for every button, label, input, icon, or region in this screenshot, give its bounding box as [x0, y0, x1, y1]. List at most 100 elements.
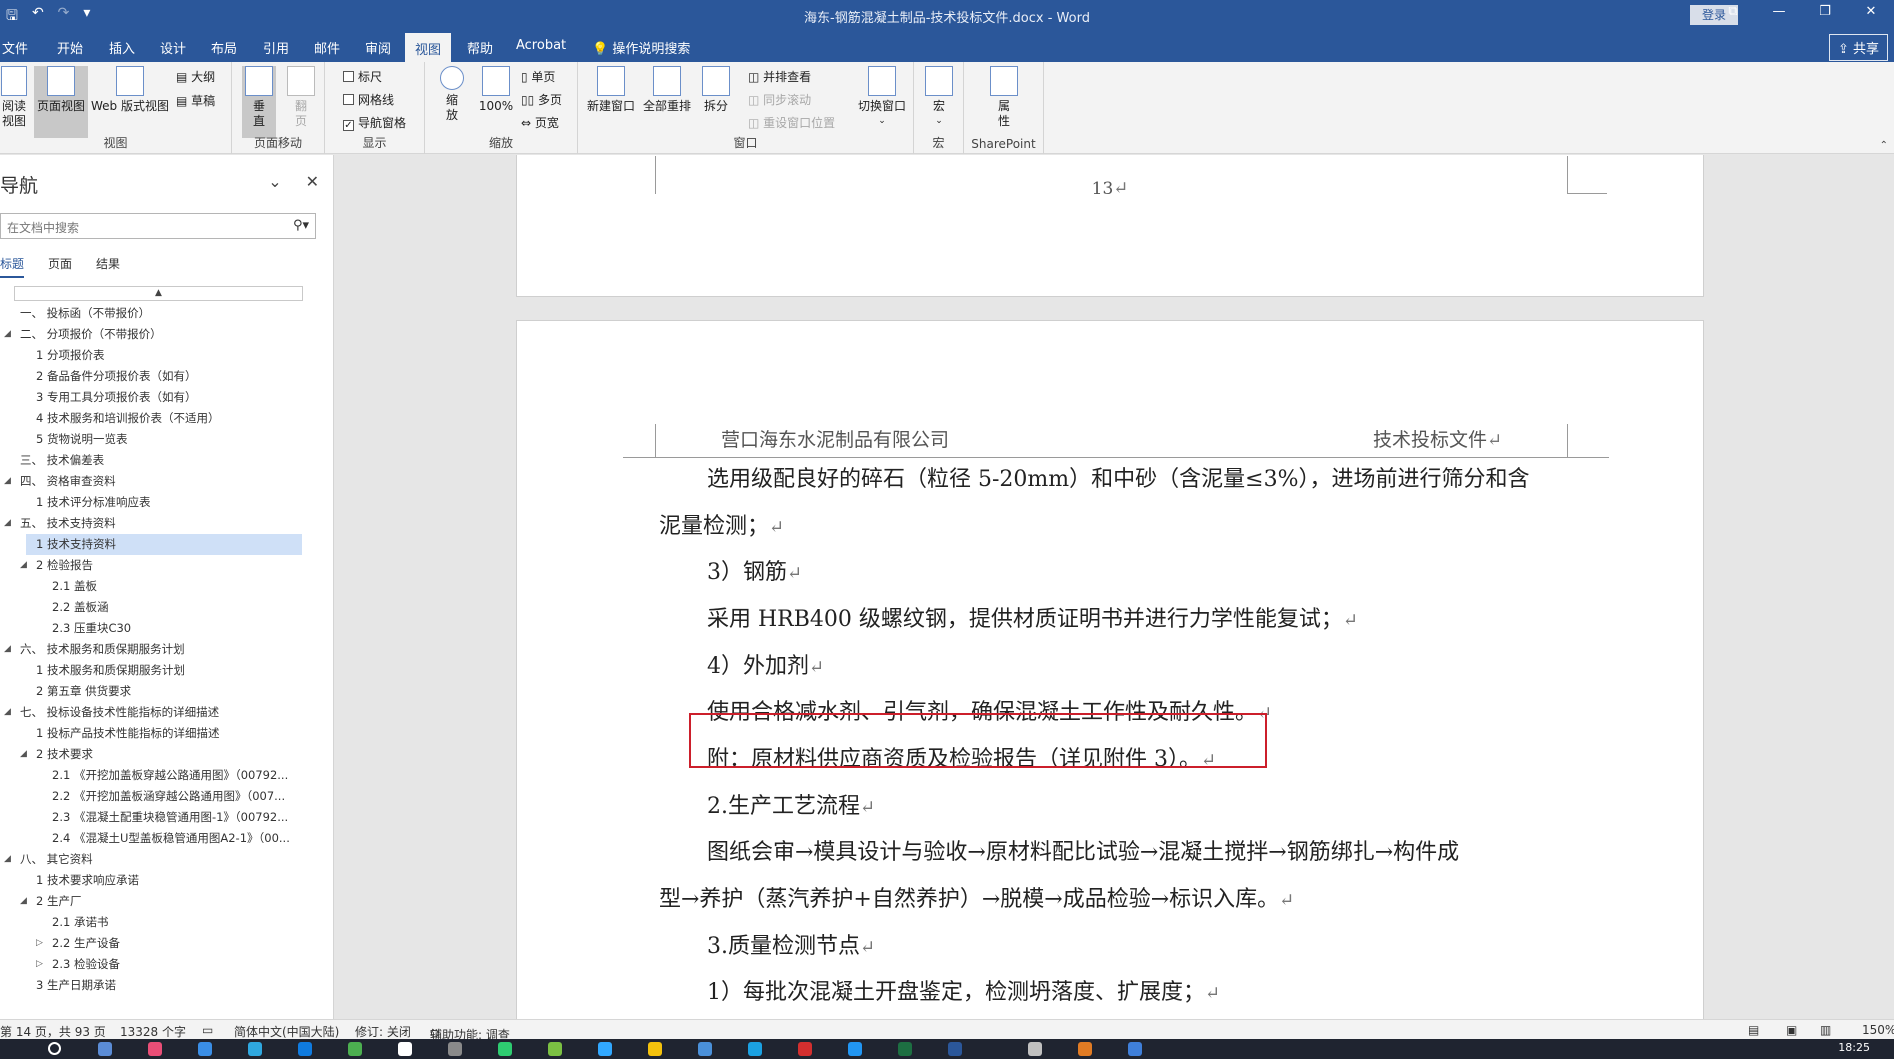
switch-windows-button[interactable]: 切换窗口 ⌄ [854, 66, 910, 129]
nav-heading-item[interactable]: 2.1 盖板 [0, 576, 320, 597]
tab-design[interactable]: 设计 [160, 38, 186, 57]
tab-insert[interactable]: 插入 [109, 38, 135, 57]
nav-heading-item[interactable]: ◢ 五、 技术支持资料 [0, 513, 320, 534]
tab-acrobat[interactable]: Acrobat [516, 38, 566, 53]
arrange-all-button[interactable]: 全部重排 [640, 66, 694, 114]
taskbar-app-icon[interactable] [398, 1042, 412, 1056]
nav-heading-item[interactable]: ◢ 六、 技术服务和质保期服务计划 [0, 639, 320, 660]
ruler-checkbox[interactable]: 标尺 [343, 68, 382, 85]
search-input[interactable]: 在文档中搜索 ⚲▾ [0, 213, 316, 239]
synchronous-scrolling-button[interactable]: ◫ 同步滚动 [748, 91, 811, 108]
outline-button[interactable]: ▤ 大纲 [176, 68, 215, 85]
nav-heading-item[interactable]: 2.3 《混凝土配重块稳管通用图-1》（00792... [0, 807, 320, 828]
reset-window-position-button[interactable]: ◫ 重设窗口位置 [748, 114, 835, 131]
nav-heading-item[interactable]: 2.1 承诺书 [0, 912, 320, 933]
status-word-count[interactable]: 13328 个字 [120, 1023, 186, 1040]
nav-heading-item[interactable]: 2.2 《开挖加盖板涵穿越公路通用图》（007... [0, 786, 320, 807]
scroll-to-top-button[interactable]: ▲ [14, 286, 303, 301]
taskbar-app-icon[interactable] [848, 1042, 862, 1056]
expand-toggle-icon[interactable]: ◢ [20, 555, 27, 576]
read-mode-button[interactable]: 阅读 视图 [0, 66, 28, 129]
search-icon[interactable] [48, 1042, 61, 1055]
nav-heading-item[interactable]: 1 技术评分标准响应表 [0, 492, 320, 513]
close-icon[interactable]: ✕ [1848, 4, 1894, 19]
expand-toggle-icon[interactable]: ◢ [20, 744, 27, 765]
tab-layout[interactable]: 布局 [211, 38, 237, 57]
nav-heading-item[interactable]: ◢ 2 技术要求 [0, 744, 320, 765]
status-zoom-level[interactable]: 150% [1862, 1023, 1894, 1037]
nav-heading-item[interactable]: 3 专用工具分项报价表（如有） [0, 387, 320, 408]
taskbar-app-icon[interactable] [1028, 1042, 1042, 1056]
tab-help[interactable]: 帮助 [467, 38, 493, 57]
nav-heading-item[interactable]: 2 第五章 供货要求 [0, 681, 320, 702]
nav-heading-item[interactable]: 1 技术支持资料 [26, 534, 302, 555]
print-layout-view-icon[interactable]: ▣ [1786, 1023, 1797, 1037]
close-icon[interactable]: ✕ [306, 172, 319, 191]
properties-button[interactable]: 属 性 [988, 66, 1020, 129]
word-icon[interactable] [948, 1042, 962, 1056]
new-window-button[interactable]: 新建窗口 [584, 66, 638, 114]
share-button[interactable]: ⇪ 共享 [1828, 34, 1888, 61]
qq-icon[interactable] [648, 1042, 662, 1056]
expand-toggle-icon[interactable]: ◢ [4, 639, 11, 660]
nav-heading-item[interactable]: 三、 技术偏差表 [0, 450, 320, 471]
nav-heading-item[interactable]: ◢ 八、 其它资料 [0, 849, 320, 870]
nav-heading-item[interactable]: 2.1 《开挖加盖板穿越公路通用图》（00792... [0, 765, 320, 786]
nav-heading-item[interactable]: 1 技术服务和质保期服务计划 [0, 660, 320, 681]
taskbar-app-icon[interactable] [1128, 1042, 1142, 1056]
nav-heading-item[interactable]: 1 分项报价表 [0, 345, 320, 366]
chevron-down-icon[interactable]: ⌄ [268, 172, 281, 191]
nav-heading-item[interactable]: ◢ 七、 投标设备技术性能指标的详细描述 [0, 702, 320, 723]
minimize-icon[interactable]: — [1756, 4, 1802, 19]
tab-view[interactable]: 视图 [405, 33, 452, 65]
taskbar-app-icon[interactable] [198, 1042, 212, 1056]
expand-toggle-icon[interactable]: ◢ [4, 849, 11, 870]
expand-toggle-icon[interactable]: ◢ [4, 513, 11, 534]
tab-pages[interactable]: 页面 [48, 255, 72, 278]
nav-heading-item[interactable]: ◢ 2 检验报告 [0, 555, 320, 576]
acrobat-icon[interactable] [798, 1042, 812, 1056]
tab-review[interactable]: 审阅 [365, 38, 391, 57]
nav-heading-item[interactable]: 1 技术要求响应承诺 [0, 870, 320, 891]
page-width-button[interactable]: ⇔ 页宽 [521, 114, 559, 131]
tab-file[interactable]: 文件 [2, 38, 28, 57]
one-page-button[interactable]: ▯ 单页 [521, 68, 555, 85]
tab-mailings[interactable]: 邮件 [314, 38, 340, 57]
taskbar-app-icon[interactable] [548, 1042, 562, 1056]
expand-toggle-icon[interactable]: ◢ [4, 702, 11, 723]
expand-toggle-icon[interactable]: ◢ [20, 891, 27, 912]
multiple-pages-button[interactable]: ▯▯ 多页 [521, 91, 562, 108]
current-page[interactable]: 营口海东水泥制品有限公司 技术投标文件↵ 选用级配良好的碎石（粒径 5-20mm… [516, 320, 1704, 1019]
tell-me-search[interactable]: 💡 操作说明搜索 [592, 38, 690, 57]
taskbar-app-icon[interactable] [698, 1042, 712, 1056]
wechat-icon[interactable] [498, 1042, 512, 1056]
tab-home[interactable]: 开始 [57, 38, 83, 57]
nav-heading-item[interactable]: 1 投标产品技术性能指标的详细描述 [0, 723, 320, 744]
zoom-100-button[interactable]: 100% [477, 66, 515, 114]
tab-results[interactable]: 结果 [96, 255, 120, 278]
nav-heading-item[interactable]: 2 备品备件分项报价表（如有） [0, 366, 320, 387]
search-icon[interactable]: ⚲▾ [293, 218, 309, 233]
taskbar-app-icon[interactable] [98, 1042, 112, 1056]
status-page-count[interactable]: 第 14 页，共 93 页 [0, 1023, 106, 1040]
restore-icon[interactable]: ❐ [1802, 4, 1848, 19]
taskbar-app-icon[interactable] [1078, 1042, 1092, 1056]
expand-toggle-icon[interactable]: ▷ [36, 933, 43, 954]
tab-references[interactable]: 引用 [263, 38, 289, 57]
split-button[interactable]: 拆分 [698, 66, 734, 114]
nav-heading-item[interactable]: 3 生产日期承诺 [0, 975, 320, 996]
view-side-by-side-button[interactable]: ◫ 并排查看 [748, 68, 811, 85]
nav-heading-item[interactable]: 一、 投标函（不带报价） [0, 303, 320, 324]
nav-heading-item[interactable]: 5 货物说明一览表 [0, 429, 320, 450]
zoom-button[interactable]: 缩 放 [437, 66, 467, 123]
nav-heading-item[interactable]: 4 技术服务和培训报价表（不适用） [0, 408, 320, 429]
excel-icon[interactable] [898, 1042, 912, 1056]
expand-toggle-icon[interactable]: ◢ [4, 324, 11, 345]
web-layout-button[interactable]: Web 版式视图 [90, 66, 170, 114]
nav-heading-item[interactable]: 2.3 压重块C30 [0, 618, 320, 639]
web-layout-view-icon[interactable]: ▥ [1820, 1023, 1831, 1037]
taskbar-app-icon[interactable] [248, 1042, 262, 1056]
nav-heading-item[interactable]: ◢ 2 生产厂 [0, 891, 320, 912]
macros-button[interactable]: 宏 ⌄ [923, 66, 955, 129]
tab-headings[interactable]: 标题 [0, 255, 25, 278]
